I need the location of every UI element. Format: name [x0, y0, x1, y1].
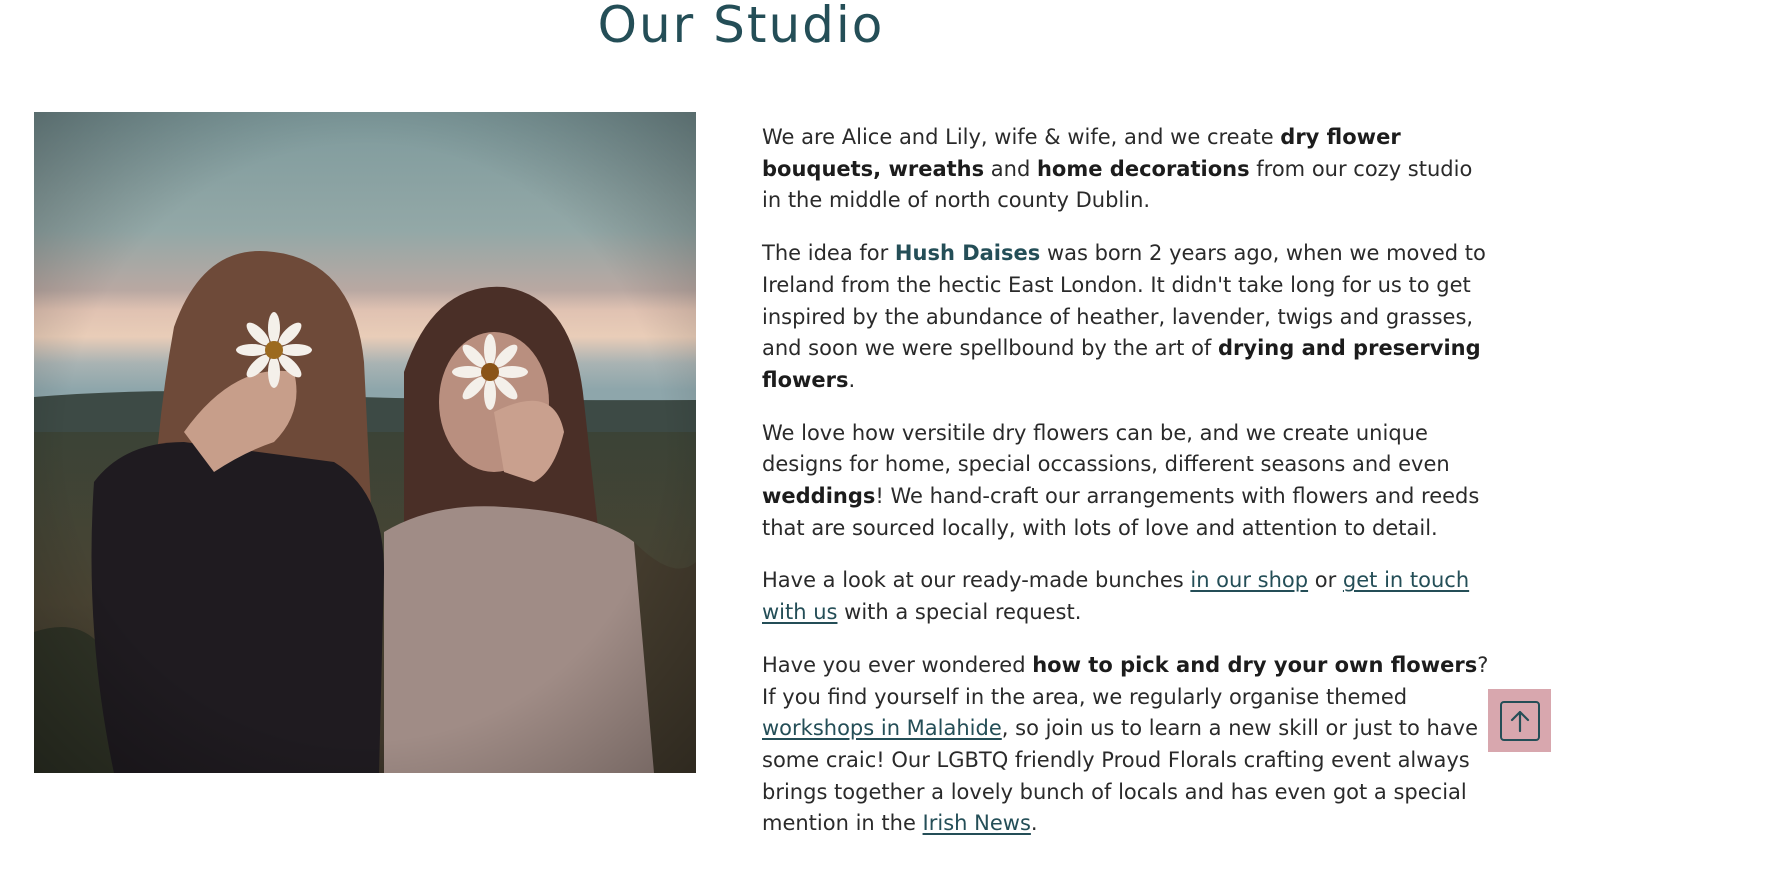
- designs-paragraph: We love how versitile dry flowers can be…: [762, 418, 1492, 545]
- workshops-paragraph: Have you ever wondered how to pick and d…: [762, 650, 1492, 840]
- text: Have a look at our ready-made bunches: [762, 568, 1191, 593]
- bold-text: home decorations: [1036, 156, 1250, 181]
- text: .: [848, 367, 856, 392]
- brand-name: Hush Daises: [894, 241, 1041, 266]
- origin-paragraph: The idea for Hush Daises was born 2 year…: [762, 238, 1492, 397]
- studio-photo: [34, 112, 696, 773]
- bold-text: weddings: [762, 484, 876, 509]
- irish-news-link[interactable]: Irish News: [923, 811, 1031, 835]
- text: The idea for: [762, 241, 895, 266]
- back-to-top-button[interactable]: [1488, 689, 1551, 752]
- text: or: [1308, 568, 1343, 593]
- shop-paragraph: Have a look at our ready-made bunches in…: [762, 565, 1492, 628]
- text: and: [984, 156, 1037, 181]
- intro-paragraph: We are Alice and Lily, wife & wife, and …: [762, 122, 1492, 217]
- text: with a special request.: [837, 600, 1082, 625]
- page-title: Our Studio: [597, 0, 885, 54]
- studio-description: We are Alice and Lily, wife & wife, and …: [762, 122, 1492, 861]
- text: We love how versitile dry flowers can be…: [762, 420, 1450, 477]
- workshops-link[interactable]: workshops in Malahide: [762, 716, 1002, 740]
- bold-text: how to pick and dry your own flowers: [1032, 652, 1478, 677]
- text: .: [1030, 811, 1038, 836]
- text: Have you ever wondered: [762, 652, 1033, 677]
- page: Our Studio We are Alice and Lily, wife &…: [0, 0, 1778, 894]
- arrow-up-icon: [1499, 700, 1540, 741]
- text: We are Alice and Lily, wife & wife, and …: [762, 125, 1281, 149]
- shop-link[interactable]: in our shop: [1190, 568, 1308, 592]
